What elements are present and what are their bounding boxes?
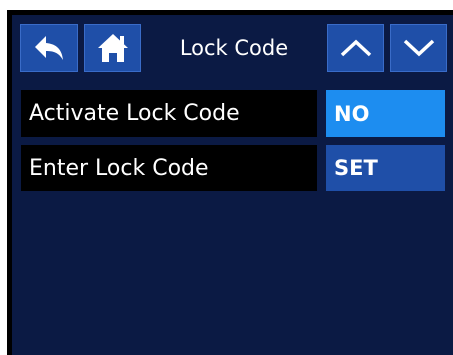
scroll-up-button[interactable] bbox=[327, 24, 384, 72]
home-icon bbox=[97, 34, 128, 62]
enter-lock-code-set-button[interactable]: SET bbox=[326, 145, 445, 191]
scroll-down-button[interactable] bbox=[390, 24, 447, 72]
activate-lock-code-toggle[interactable]: NO bbox=[326, 90, 445, 137]
home-button[interactable] bbox=[84, 24, 141, 72]
back-arrow-icon bbox=[35, 36, 63, 60]
chevron-down-icon bbox=[403, 39, 434, 57]
activate-lock-code-label: Activate Lock Code bbox=[21, 90, 317, 137]
enter-lock-code-label: Enter Lock Code bbox=[21, 145, 317, 191]
chevron-up-icon bbox=[340, 39, 371, 57]
back-button[interactable] bbox=[20, 24, 78, 72]
page-title: Lock Code bbox=[179, 36, 289, 60]
